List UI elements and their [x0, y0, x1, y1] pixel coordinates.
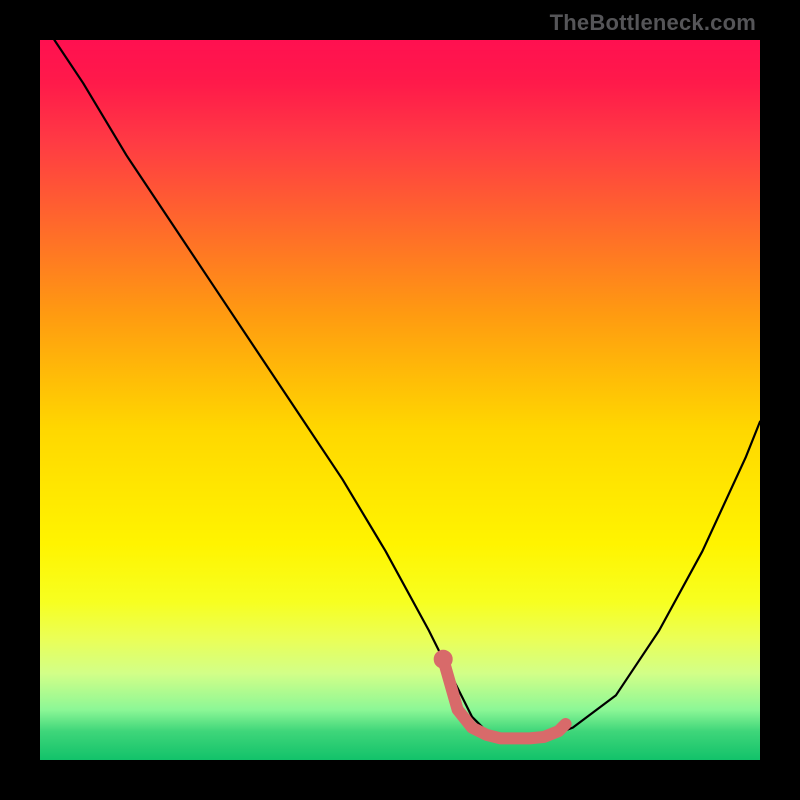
bottleneck-curve [54, 40, 760, 742]
curve-svg [40, 40, 760, 760]
optimal-start-marker [434, 650, 452, 668]
plot-area [40, 40, 760, 760]
optimal-zone-highlight [443, 659, 565, 738]
chart-container: TheBottleneck.com [0, 0, 800, 800]
watermark-text: TheBottleneck.com [550, 10, 756, 36]
